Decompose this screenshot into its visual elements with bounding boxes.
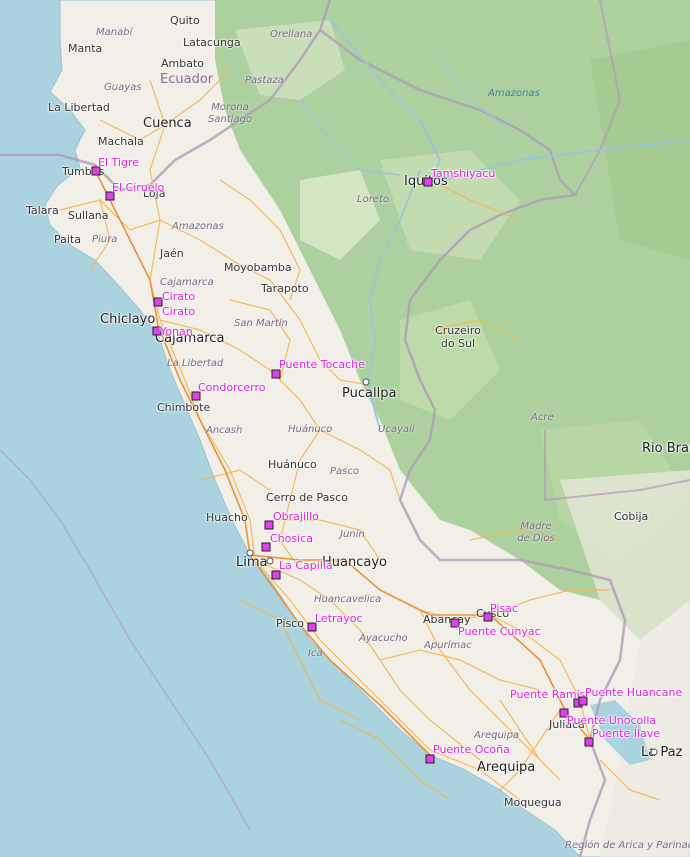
marker-label-chosica: Chosica xyxy=(270,532,313,545)
marker-label-puente-cunyac: Puente Cunyac xyxy=(458,625,541,638)
city-dot-lima xyxy=(266,557,274,565)
marker-label-el-tigre: El Tigre xyxy=(98,156,139,169)
marker-label-puente-tocache: Puente Tocache xyxy=(279,358,365,371)
marker-label-cirato-1: Cirato xyxy=(162,290,196,303)
map-base-layer xyxy=(0,0,690,857)
marker-label-pisac: Pisac xyxy=(490,602,518,615)
marker-label-cirato-2: Cirato xyxy=(162,305,196,318)
city-dot-pucallpa xyxy=(362,378,370,386)
marker-label-letrayoc: Letrayoc xyxy=(315,612,363,625)
map-canvas[interactable]: Ecuador Quito Manta Latacunga Ambato La … xyxy=(0,0,690,857)
marker-label-puente-unocolla: Puente Unocolla xyxy=(567,714,657,727)
city-dot-callao xyxy=(246,549,254,557)
marker-label-puente-ilave: Puente Ilave xyxy=(592,727,661,740)
marker-label-puente-ocona: Puente Ocoña xyxy=(433,743,510,756)
marker-label-condorcerro: Condorcerro xyxy=(198,381,266,394)
marker-label-el-ciruelo: El Ciruelo xyxy=(112,181,165,194)
marker-label-obrajillo: Obrajillo xyxy=(273,510,319,523)
marker-label-puente-huancane: Puente Huancane xyxy=(585,686,683,699)
city-dot-la-paz xyxy=(650,748,658,756)
marker-label-tamshiyacu: Tamshiyacu xyxy=(431,167,496,180)
marker-label-la-capilla: La Capilla xyxy=(279,559,333,572)
marker-label-yonan: Yonan xyxy=(160,325,193,338)
